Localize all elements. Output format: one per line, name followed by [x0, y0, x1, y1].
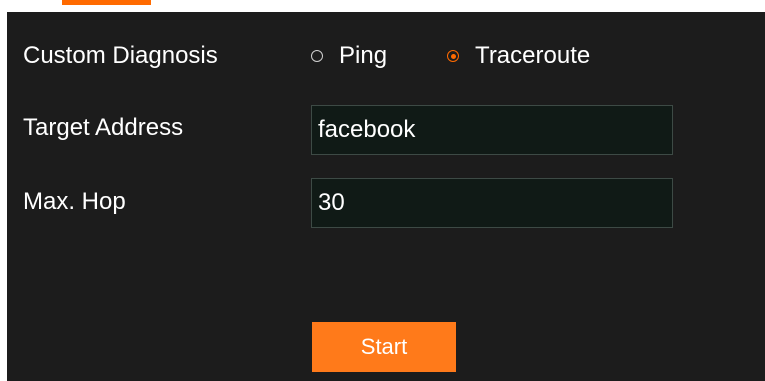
radio-selected-dot: [450, 53, 456, 59]
max-hop-label: Max. Hop: [23, 188, 126, 215]
target-address-label: Target Address: [23, 114, 184, 141]
start-button[interactable]: Start: [312, 322, 456, 372]
active-tab-indicator: [62, 0, 151, 5]
diagnosis-type-radio-group: Ping Traceroute: [311, 42, 590, 70]
custom-diagnosis-label: Custom Diagnosis: [23, 42, 218, 69]
top-bar: [0, 0, 765, 12]
target-address-input[interactable]: [311, 105, 673, 155]
diagnosis-panel: Custom Diagnosis Ping Traceroute Target …: [7, 12, 765, 381]
max-hop-input[interactable]: [311, 178, 673, 228]
ping-radio-icon[interactable]: [311, 50, 323, 62]
ping-radio-label[interactable]: Ping: [339, 42, 387, 70]
traceroute-radio-icon[interactable]: [447, 50, 460, 62]
traceroute-radio-option[interactable]: Traceroute: [447, 42, 590, 70]
ping-radio-option[interactable]: Ping: [311, 42, 387, 70]
traceroute-radio-label[interactable]: Traceroute: [475, 42, 590, 70]
